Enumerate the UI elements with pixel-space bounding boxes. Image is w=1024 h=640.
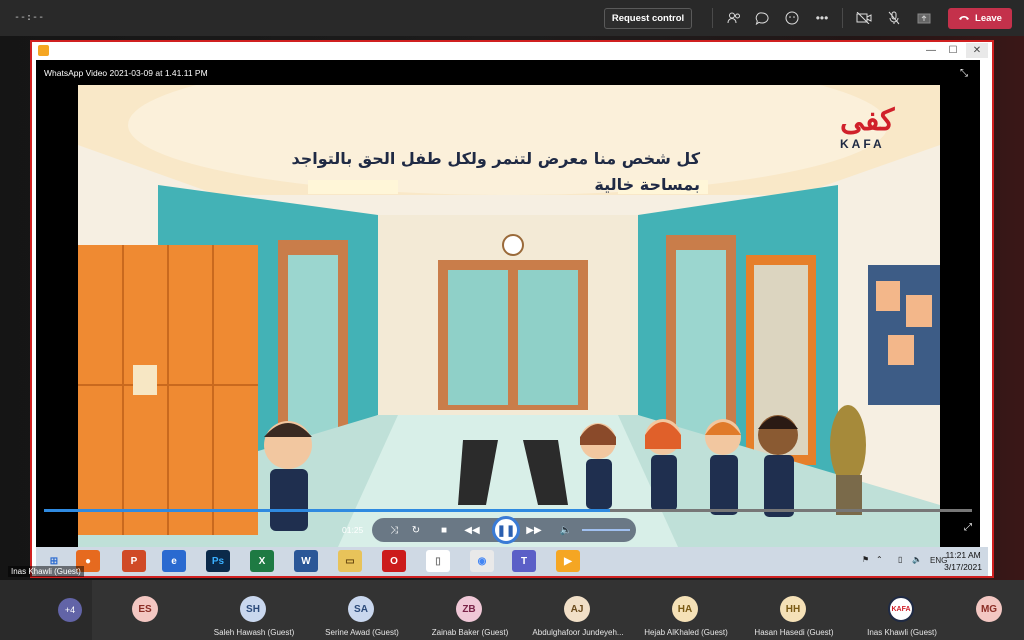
clock-date: 3/17/2021 [944,562,982,572]
phone-hangup-icon [958,13,970,24]
excel-icon[interactable]: X [250,550,274,572]
participant-name: Serine Awad (Guest) [325,628,399,637]
participant-tile[interactable]: HA Hejab AlKhaled (Guest) [632,580,740,640]
avatar: AJ [564,596,590,622]
kafa-avatar: KAFA [888,596,914,622]
video-title: WhatsApp Video 2021-03-09 at 1.41.11 PM [44,68,208,78]
participant-tile[interactable]: SH Saleh Hawash (Guest) [200,580,308,640]
mic-off-icon[interactable] [886,10,902,26]
avatar: SA [348,596,374,622]
chevron-up-icon[interactable]: ⌃ [876,555,883,564]
repeat-icon[interactable]: ↻ [408,522,424,538]
more-options-icon[interactable]: ••• [814,10,830,26]
seek-bar[interactable] [44,509,972,512]
phone-icon[interactable]: ▯ [898,555,902,564]
media-player-app-icon [38,45,49,56]
presenter-label: Inas Khawli (Guest) [8,566,84,577]
notes-icon[interactable]: ▯ [426,550,450,572]
current-time: 01:25 [342,525,364,535]
video-player: WhatsApp Video 2021-03-09 at 1.41.11 PM … [36,60,980,547]
volume-slider[interactable] [582,529,630,531]
avatar: HH [780,596,806,622]
meeting-toolbar: --:-- Request control ••• Leave [0,0,1024,36]
previous-icon[interactable]: ◀◀ [464,522,480,538]
close-icon[interactable]: ✕ [966,43,988,58]
flag-icon[interactable]: ⚑ [862,555,869,564]
edge-icon[interactable]: e [162,550,186,572]
stop-icon[interactable]: ■ [436,522,452,538]
shared-screen: — ☐ ✕ WhatsApp Video 2021-03-09 at 1.41.… [30,40,994,578]
chrome-icon[interactable]: ◉ [470,550,494,572]
pause-button[interactable]: ❚❚ [492,516,520,544]
share-screen-icon[interactable] [916,10,932,26]
participant-name: Hasan Hasedi (Guest) [754,628,834,637]
video-frame[interactable]: كل شخص منا معرض لتنمر ولكل طفل الحق بالت… [78,85,940,547]
teams-icon[interactable]: T [512,550,536,572]
maximize-icon[interactable]: ☐ [942,43,964,58]
avatar: HA [672,596,698,622]
playback-controls: ⤨ ↻ ■ ◀◀ ❚❚ ▶▶ 🔈 [372,516,636,544]
volume-icon[interactable]: 🔈 [558,522,574,538]
participant-name: Abdulghafoor Jundeyeh... [532,628,624,637]
participant-tile[interactable]: KAFA Inas Khawli (Guest) [848,580,956,640]
participant-name: Saleh Hawash (Guest) [213,628,295,637]
word-icon[interactable]: W [294,550,318,572]
participant-tile[interactable]: MG [956,580,1024,640]
camera-off-icon[interactable] [856,10,872,26]
shuffle-icon[interactable]: ⤨ [386,522,402,538]
system-tray: ⚑ ⌃ ▯ 🔈 ENG 11:21 AM 3/17/2021 [862,549,982,575]
opera-icon[interactable]: O [382,550,406,572]
participant-tile[interactable]: SA Serine Awad (Guest) [308,580,416,640]
participant-name: Hejab AlKhaled (Guest) [644,628,728,637]
compact-view-icon[interactable]: ⤡ [960,68,974,80]
fullscreen-icon[interactable]: ⤢ [964,522,972,533]
leave-label: Leave [975,13,1002,24]
clock[interactable]: 11:21 AM 3/17/2021 [944,549,982,573]
chat-icon[interactable] [754,10,770,26]
participant-tile[interactable]: HH Hasan Hasedi (Guest) [740,580,848,640]
avatar: ES [132,596,158,622]
overlay-line-1: كل شخص منا معرض لتنمر ولكل طفل الحق بالت… [291,149,700,168]
minimize-icon[interactable]: — [920,43,942,58]
clock-time: 11:21 AM [945,550,981,560]
request-control-button[interactable]: Request control [604,8,692,29]
overlay-line-2: بمساحة خالية [594,175,700,194]
more-participants-badge[interactable]: +4 [58,598,82,622]
participants-strip: +4 ES SH Saleh Hawash (Guest) SA Serine Awad… [0,580,1024,640]
toolbar-divider [842,8,843,28]
seek-bar-progress [44,509,611,512]
participants-icon[interactable] [726,10,742,26]
reactions-icon[interactable] [784,10,800,26]
logo-text: KAFA [840,137,885,151]
avatar: ZB [456,596,482,622]
speaker-icon[interactable]: 🔈 [912,555,922,564]
toolbar-divider [712,8,713,28]
media-player-icon[interactable]: ▶ [556,550,580,572]
media-player-titlebar: — ☐ ✕ [32,42,992,60]
participant-tile[interactable]: ZB Zainab Baker (Guest) [416,580,524,640]
participant-name: Zainab Baker (Guest) [431,628,509,637]
avatar: MG [976,596,1002,622]
next-icon[interactable]: ▶▶ [526,522,542,538]
kafa-logo: كفى KAFA [840,105,932,163]
participant-tile[interactable]: ES [92,580,200,640]
photoshop-icon[interactable]: Ps [206,550,230,572]
windows-taskbar: ⊞ ● P e Ps X W ▭ O ▯ ◉ T ▶ ⚑ ⌃ ▯ 🔈 ENG 1… [36,547,988,576]
meeting-timer: --:-- [14,12,45,23]
avatar: SH [240,596,266,622]
logo-mark: كفى [840,103,895,138]
file-explorer-icon[interactable]: ▭ [338,550,362,572]
participant-tile[interactable]: AJ Abdulghafoor Jundeyeh... [524,580,632,640]
powerpoint-icon[interactable]: P [122,550,146,572]
participant-name: Inas Khawli (Guest) [867,628,937,637]
leave-button[interactable]: Leave [948,8,1012,29]
